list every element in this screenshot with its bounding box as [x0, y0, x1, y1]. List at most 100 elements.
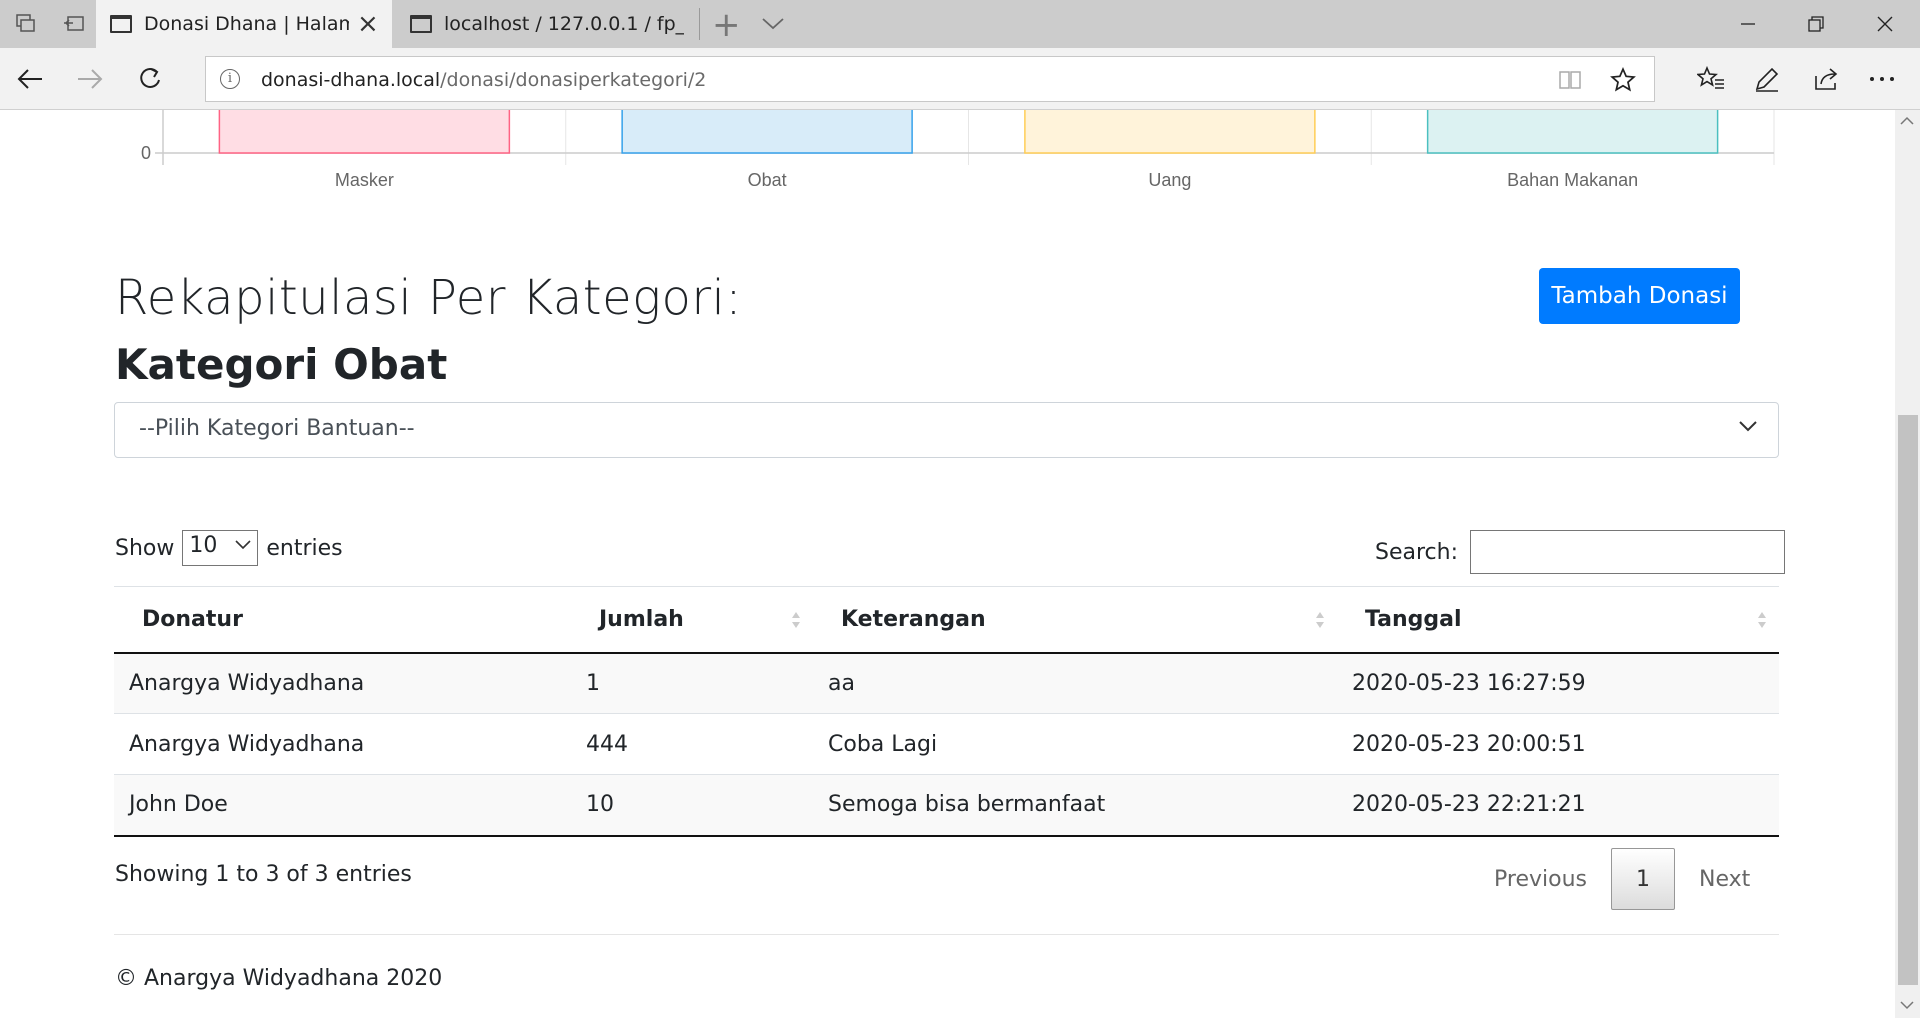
- refresh-icon: [140, 67, 160, 88]
- address-bar[interactable]: i donasi-dhana.local/donasi/donasiperkat…: [205, 56, 1655, 102]
- cell-tanggal: 2020-05-23 20:00:51: [1337, 713, 1779, 775]
- favorites-icon: [1697, 66, 1724, 89]
- sort-icon: [1758, 612, 1766, 628]
- column-header-donatur[interactable]: Donatur: [114, 586, 571, 654]
- arrow-left-icon: [17, 69, 42, 89]
- table-header-row: Donatur Jumlah Keterangan Tanggal: [114, 586, 1779, 654]
- cell-jumlah: 444: [571, 713, 813, 775]
- x-tick-label: Bahan Makanan: [1507, 170, 1638, 190]
- refresh-button[interactable]: [134, 63, 166, 95]
- cell-donatur: Anargya Widyadhana: [114, 652, 571, 714]
- column-label: Keterangan: [841, 606, 986, 632]
- table-row: Anargya Widyadhana 1 aa 2020-05-23 16:27…: [114, 652, 1779, 714]
- browser-toolbar: i donasi-dhana.local/donasi/donasiperkat…: [0, 48, 1920, 110]
- cell-donatur: John Doe: [114, 774, 571, 837]
- show-label: Show: [115, 535, 175, 561]
- share-button[interactable]: [1811, 63, 1843, 95]
- bar-uang: [1024, 110, 1316, 154]
- donations-table: Donatur Jumlah Keterangan Tanggal Anargy…: [114, 586, 1779, 837]
- restore-icon: [1808, 16, 1824, 32]
- page-length-select[interactable]: 10: [182, 530, 259, 566]
- footer-divider: [114, 934, 1779, 935]
- page-viewport: 0 Masker Obat Uang Bahan Makanan Rekapitulas…: [0, 110, 1895, 1018]
- cell-tanggal: 2020-05-23 22:21:21: [1337, 774, 1779, 837]
- sort-icon: [1316, 612, 1324, 628]
- restore-button[interactable]: [1781, 0, 1851, 48]
- more-button[interactable]: [1866, 63, 1898, 95]
- chevron-down-icon[interactable]: [760, 14, 786, 34]
- x-tick-label: Masker: [335, 170, 394, 190]
- site-info-icon[interactable]: i: [220, 69, 240, 89]
- favorites-button[interactable]: [1695, 63, 1727, 95]
- tab-separator: [699, 8, 700, 40]
- cell-jumlah: 10: [571, 774, 813, 837]
- column-header-keterangan[interactable]: Keterangan: [813, 586, 1337, 654]
- tab-preview-icon[interactable]: [14, 12, 38, 36]
- page-1-button[interactable]: 1: [1610, 848, 1675, 910]
- add-donation-button[interactable]: Tambah Donasi: [1539, 268, 1740, 324]
- table-search: Search:: [1375, 530, 1785, 574]
- x-tick-label: Obat: [748, 170, 787, 190]
- cell-keterangan: Coba Lagi: [813, 713, 1337, 775]
- tab-phpmyadmin[interactable]: localhost / 127.0.0.1 / fp_pb: [396, 0, 692, 48]
- cell-donatur: Anargya Widyadhana: [114, 713, 571, 775]
- minimize-icon: [1741, 23, 1755, 25]
- table-row: Anargya Widyadhana 444 Coba Lagi 2020-05…: [114, 713, 1779, 775]
- footer-text: © Anargya Widyadhana 2020: [115, 966, 443, 991]
- set-aside-tabs-icon[interactable]: [62, 12, 86, 36]
- previous-page-button[interactable]: Previous: [1470, 867, 1611, 892]
- bar-obat: [621, 110, 913, 154]
- column-label: Tanggal: [1365, 606, 1462, 632]
- close-tab-icon[interactable]: ×: [357, 11, 379, 37]
- close-icon: [1877, 16, 1893, 32]
- more-icon: [1870, 77, 1894, 81]
- search-label: Search:: [1375, 539, 1458, 565]
- y-tick-label: 0: [141, 143, 151, 163]
- category-bar-chart: 0 Masker Obat Uang Bahan Makanan: [141, 110, 1775, 190]
- pen-icon: [1755, 67, 1779, 92]
- tab-title: localhost / 127.0.0.1 / fp_pb: [444, 13, 684, 35]
- tab-donasi-dhana[interactable]: Donasi Dhana | Halama ×: [96, 0, 392, 48]
- scroll-down-icon[interactable]: [1900, 1000, 1914, 1010]
- sort-icon: [792, 612, 800, 628]
- cell-keterangan: aa: [813, 652, 1337, 714]
- x-tick-label: Uang: [1148, 170, 1191, 190]
- page-icon: [410, 15, 432, 33]
- tab-title: Donasi Dhana | Halama: [144, 13, 349, 35]
- column-header-jumlah[interactable]: Jumlah: [571, 586, 813, 654]
- reading-view-icon[interactable]: [1558, 69, 1584, 91]
- cell-tanggal: 2020-05-23 16:27:59: [1337, 652, 1779, 714]
- column-label: Donatur: [142, 606, 243, 632]
- forward-button[interactable]: [74, 63, 106, 95]
- search-input[interactable]: [1470, 530, 1785, 574]
- minimize-button[interactable]: [1713, 0, 1783, 48]
- notes-button[interactable]: [1751, 63, 1783, 95]
- entries-label: entries: [266, 535, 343, 561]
- pagination: Previous 1 Next: [1470, 848, 1774, 910]
- close-window-button[interactable]: [1850, 0, 1920, 48]
- scroll-up-icon[interactable]: [1900, 116, 1914, 126]
- address-url[interactable]: donasi-dhana.local/donasi/donasiperkateg…: [261, 69, 706, 91]
- url-path: /donasi/donasiperkategori/2: [440, 69, 707, 91]
- bar-masker: [218, 110, 511, 154]
- category-title: Kategori Obat: [115, 340, 448, 389]
- bar-bahan-makanan: [1426, 110, 1719, 154]
- chevron-down-icon: [1739, 421, 1757, 432]
- table-info: Showing 1 to 3 of 3 entries: [115, 862, 412, 887]
- url-host: donasi-dhana.local: [261, 69, 441, 91]
- share-icon: [1815, 68, 1838, 90]
- entries-length-control: Show 10 entries: [115, 530, 343, 566]
- column-header-tanggal[interactable]: Tanggal: [1337, 586, 1779, 654]
- back-button[interactable]: [14, 63, 46, 95]
- page-length-value: 10: [189, 533, 218, 558]
- vertical-scrollbar[interactable]: [1895, 110, 1920, 1018]
- category-select[interactable]: --Pilih Kategori Bantuan--: [114, 402, 1779, 458]
- star-icon[interactable]: [1610, 67, 1636, 93]
- next-page-button[interactable]: Next: [1675, 867, 1774, 892]
- scrollbar-thumb[interactable]: [1898, 415, 1918, 985]
- browser-tab-bar: Donasi Dhana | Halama × localhost / 127.…: [0, 0, 1920, 48]
- column-label: Jumlah: [599, 606, 684, 632]
- page-title: Rekapitulasi Per Kategori:: [115, 270, 743, 326]
- new-tab-icon[interactable]: +: [712, 8, 741, 42]
- arrow-right-icon: [78, 69, 103, 89]
